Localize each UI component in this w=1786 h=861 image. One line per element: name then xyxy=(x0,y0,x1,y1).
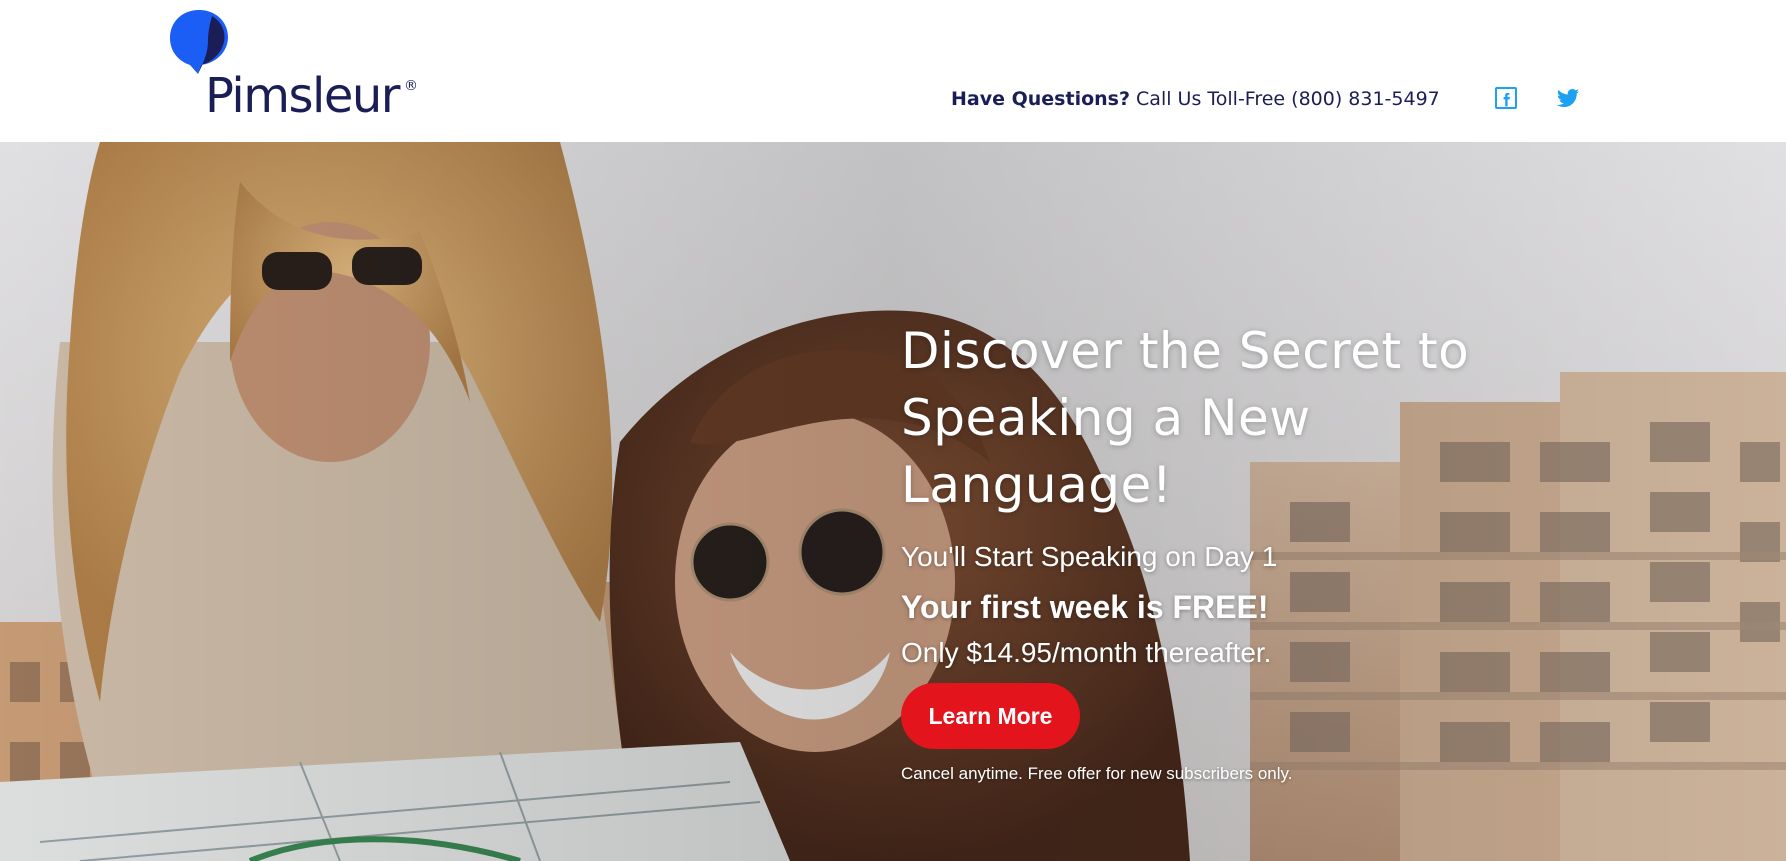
site-header: Pimsleur ® Have Questions? Call Us Toll-… xyxy=(0,0,1786,142)
headline-line-3: Language! xyxy=(901,456,1173,514)
pimsleur-logo[interactable]: Pimsleur ® xyxy=(168,8,428,124)
contact-question: Have Questions? xyxy=(951,88,1130,110)
headline-line-2: Speaking a New xyxy=(901,389,1311,447)
hero-headline: Discover the Secret to Speaking a New La… xyxy=(901,318,1621,519)
price-text: Only $14.95/month thereafter. xyxy=(901,637,1272,668)
contact-phone-text[interactable]: Call Us Toll-Free (800) 831-5497 xyxy=(1130,88,1440,110)
contact-info: Have Questions? Call Us Toll-Free (800) … xyxy=(951,88,1440,110)
hero-subline: You'll Start Speaking on Day 1 xyxy=(901,541,1278,572)
hero-section: Discover the Secret to Speaking a New La… xyxy=(0,142,1786,861)
headline-line-1: Discover the Secret to xyxy=(901,322,1470,380)
twitter-icon[interactable] xyxy=(1556,86,1580,110)
hero-copy: Discover the Secret to Speaking a New La… xyxy=(901,318,1621,784)
facebook-icon[interactable] xyxy=(1494,86,1518,110)
speech-bubble-logo-icon xyxy=(170,10,228,74)
learn-more-button[interactable]: Learn More xyxy=(901,683,1080,749)
logo-wordmark: Pimsleur xyxy=(205,68,401,124)
registered-mark: ® xyxy=(404,78,418,94)
fineprint-text: Cancel anytime. Free offer for new subsc… xyxy=(901,764,1293,783)
free-week-offer: Your first week is FREE! xyxy=(901,589,1269,625)
